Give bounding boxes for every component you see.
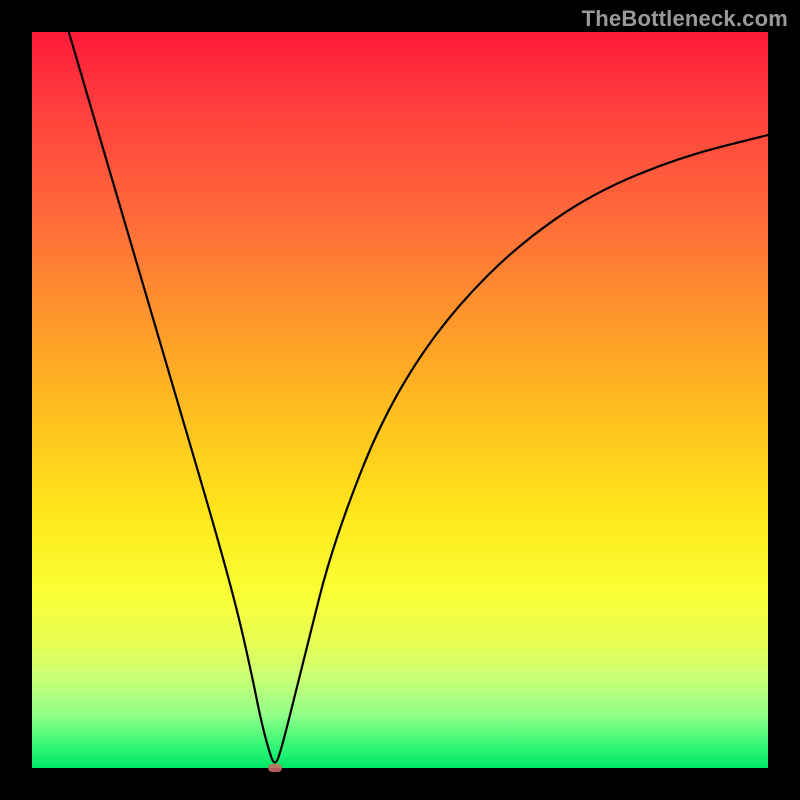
watermark-text: TheBottleneck.com (582, 6, 788, 32)
bottleneck-curve (32, 32, 768, 768)
minimum-marker (268, 764, 282, 772)
chart-frame: TheBottleneck.com (0, 0, 800, 800)
plot-area (32, 32, 768, 768)
